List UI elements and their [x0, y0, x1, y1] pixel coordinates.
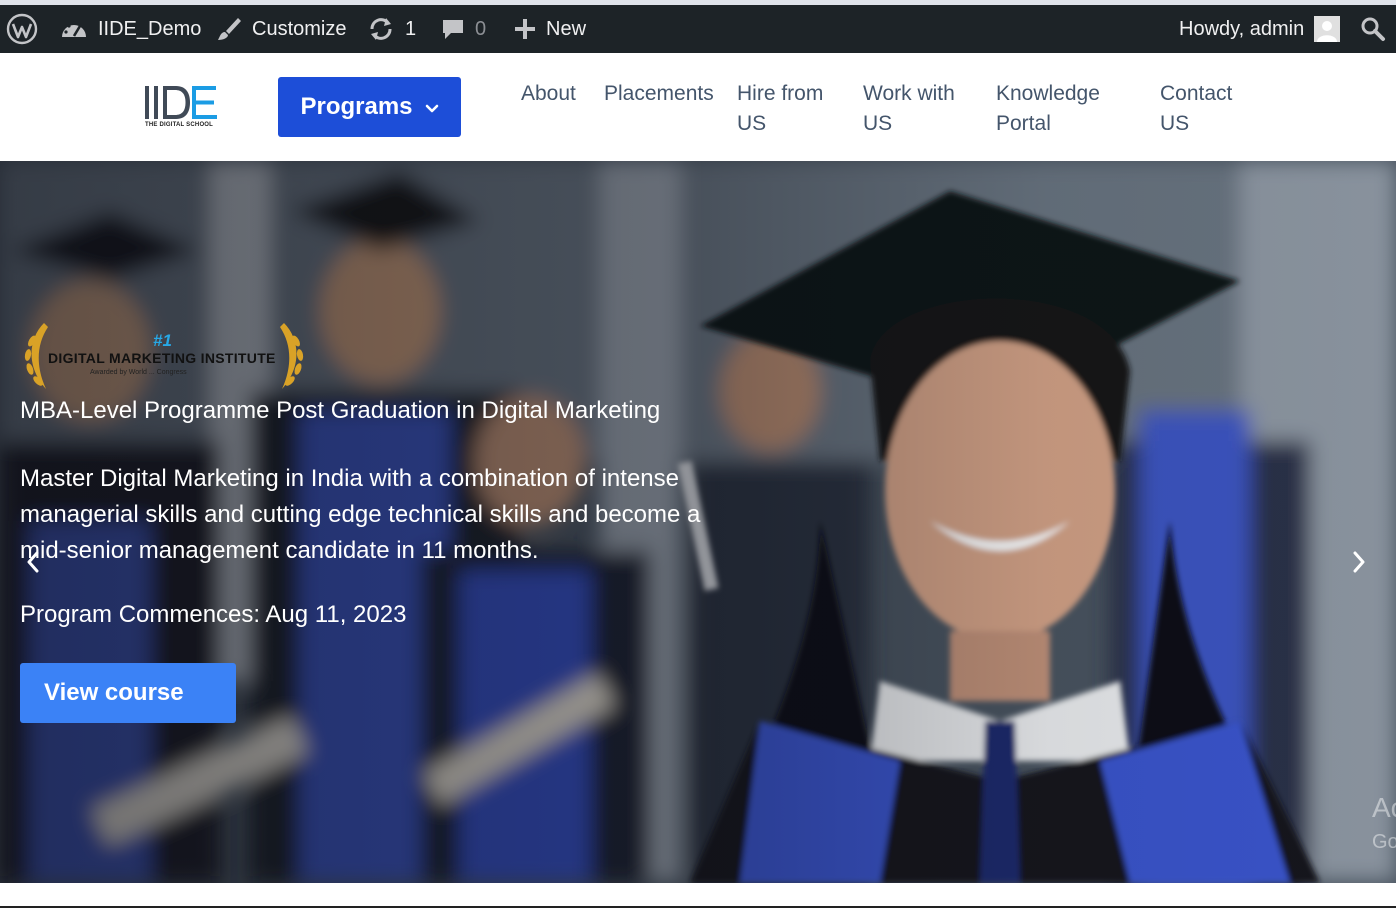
- activate-watermark: Ac Go: [1372, 791, 1396, 859]
- search-icon: [1360, 16, 1386, 42]
- view-course-button[interactable]: View course: [20, 663, 236, 723]
- award-badge: #1 DIGITAL MARKETING INSTITUTE Awarded b…: [18, 319, 310, 393]
- logo-mark: [145, 86, 217, 119]
- award-rank: #1: [153, 331, 172, 350]
- nav-label: Placements: [604, 82, 714, 105]
- chevron-down-icon: [425, 93, 439, 121]
- updates-link[interactable]: 1: [367, 5, 416, 53]
- nav-hire-from-us[interactable]: Hire from US: [737, 79, 823, 139]
- nav-label: Knowledge: [996, 82, 1100, 105]
- hero-carousel: #1 DIGITAL MARKETING INSTITUTE Awarded b…: [0, 161, 1396, 883]
- nav-placements[interactable]: Placements: [604, 79, 714, 109]
- brush-icon: [216, 16, 242, 42]
- nav-work-with-us[interactable]: Work with US: [863, 79, 955, 139]
- comments-count: 0: [475, 17, 487, 40]
- nav-label: About: [521, 82, 576, 105]
- programs-button[interactable]: Programs: [278, 77, 461, 137]
- nav-contact-us[interactable]: Contact US: [1160, 79, 1232, 139]
- award-title: DIGITAL MARKETING INSTITUTE: [48, 350, 276, 366]
- my-account-menu[interactable]: Howdy, admin: [1179, 5, 1341, 53]
- refresh-icon: [367, 17, 395, 41]
- greeting-label: Howdy, admin: [1179, 17, 1305, 40]
- customize-link[interactable]: Customize: [216, 5, 346, 53]
- hero-description: Master Digital Marketing in India with a…: [20, 465, 701, 564]
- wp-logo-menu[interactable]: [6, 5, 38, 53]
- chevron-right-icon: [1352, 551, 1366, 578]
- watermark-line1: Ac: [1372, 792, 1396, 823]
- nav-label-line2: US: [863, 112, 893, 135]
- nav-label: Contact: [1160, 82, 1233, 105]
- nav-about[interactable]: About: [521, 79, 576, 109]
- chevron-left-icon: [26, 551, 40, 578]
- nav-knowledge-portal[interactable]: Knowledge Portal: [996, 79, 1100, 139]
- carousel-prev-button[interactable]: [18, 549, 48, 579]
- award-subtext: Awarded by World ... Congress: [90, 369, 187, 376]
- new-content-menu[interactable]: New: [514, 5, 586, 53]
- updates-count: 1: [405, 17, 417, 40]
- nav-label: Work with: [863, 82, 955, 105]
- admin-search[interactable]: [1360, 5, 1386, 53]
- view-course-label: View course: [44, 679, 184, 706]
- nav-label-line2: US: [737, 112, 767, 135]
- site-header: THE DIGITAL SCHOOL Programs About Placem…: [0, 53, 1396, 161]
- site-name-label: IIDE_Demo: [98, 17, 202, 40]
- comment-icon: [441, 17, 465, 41]
- watermark-line2: Go: [1372, 831, 1396, 853]
- admin-bar: IIDE_Demo Customize 1 0 New Howdy, admin: [0, 5, 1396, 53]
- site-name-menu[interactable]: IIDE_Demo: [60, 5, 201, 53]
- nav-label-line2: Portal: [996, 112, 1051, 135]
- dashboard-icon: [60, 17, 88, 41]
- programs-label: Programs: [300, 93, 413, 120]
- program-commence-date: Program Commences: Aug 11, 2023: [20, 601, 407, 628]
- new-label: New: [546, 17, 587, 40]
- carousel-next-button[interactable]: [1344, 549, 1374, 579]
- nav-label: Hire from: [737, 82, 824, 105]
- customize-label: Customize: [252, 17, 347, 40]
- nav-label-line2: US: [1160, 112, 1190, 135]
- hero-title: MBA-Level Programme Post Graduation in D…: [20, 397, 661, 424]
- wordpress-icon: [6, 13, 38, 45]
- plus-icon: [514, 18, 536, 40]
- site-logo[interactable]: THE DIGITAL SCHOOL: [144, 83, 220, 133]
- comments-link[interactable]: 0: [441, 5, 486, 53]
- avatar-icon: [1314, 16, 1341, 42]
- logo-subtext: THE DIGITAL SCHOOL: [145, 122, 214, 128]
